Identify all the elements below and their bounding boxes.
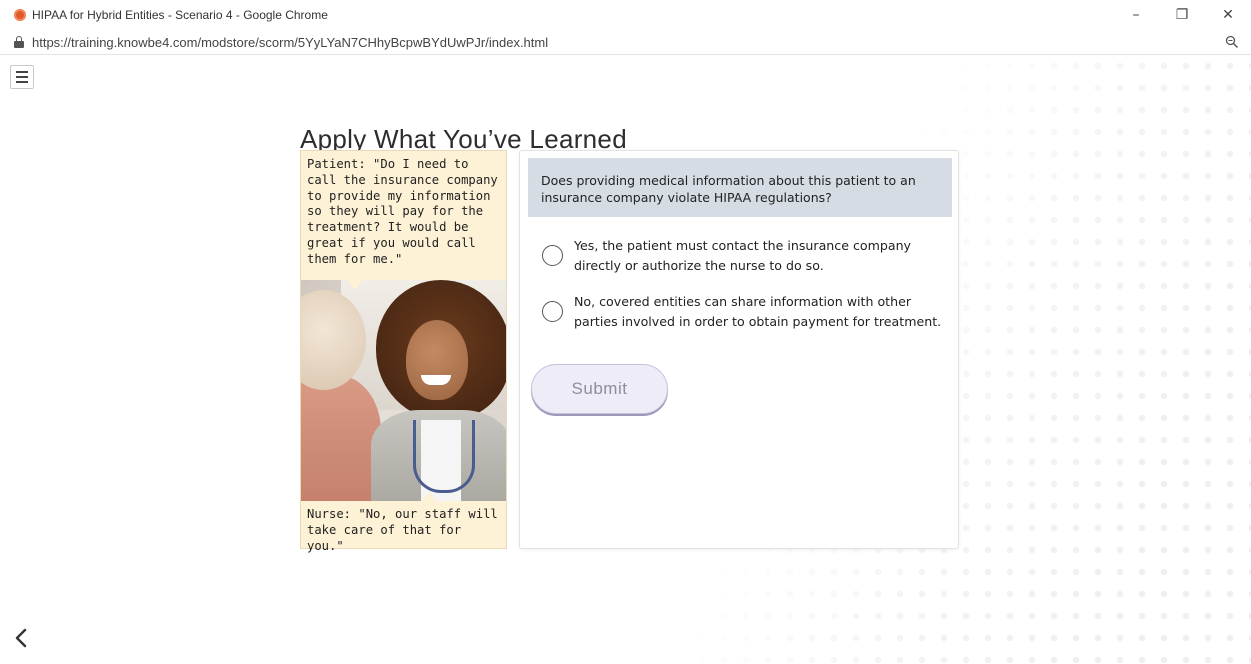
window-title: HIPAA for Hybrid Entities - Scenario 4 -… — [32, 8, 328, 22]
minimize-button[interactable]: – — [1113, 0, 1159, 30]
address-bar[interactable]: https://training.knowbe4.com/modstore/sc… — [0, 30, 1251, 55]
submit-button[interactable]: Submit — [531, 364, 668, 414]
zoom-magnifier-icon[interactable] — [1225, 35, 1239, 49]
question-prompt: Does providing medical information about… — [528, 158, 952, 217]
hamburger-menu-icon[interactable] — [10, 65, 34, 89]
nurse-speech-bubble: Nurse: "No, our staff will take care of … — [307, 507, 498, 553]
scenario-panel: Patient: "Do I need to call the insuranc… — [300, 150, 507, 553]
lock-icon[interactable] — [14, 36, 24, 48]
restore-button[interactable]: ❐ — [1159, 0, 1205, 30]
close-button[interactable]: ✕ — [1205, 0, 1251, 30]
speech-tail-nurse — [421, 491, 437, 502]
question-card: Does providing medical information about… — [519, 150, 959, 549]
answer-option-label[interactable]: Yes, the patient must contact the insura… — [574, 236, 944, 275]
url-text[interactable]: https://training.knowbe4.com/modstore/sc… — [32, 35, 548, 50]
patient-nurse-photo — [301, 280, 506, 501]
speech-tail-patient — [346, 278, 364, 290]
answer-option-no[interactable]: No, covered entities can share informati… — [542, 292, 944, 331]
patient-speech-bubble: Patient: "Do I need to call the insuranc… — [307, 157, 498, 266]
radio-button[interactable] — [542, 245, 563, 266]
browser-title-bar: HIPAA for Hybrid Entities - Scenario 4 -… — [0, 0, 1251, 30]
course-content: Apply What You’ve Learned Patient: "Do I… — [0, 55, 1251, 664]
window-controls: – ❐ ✕ — [1113, 0, 1251, 30]
radio-button[interactable] — [542, 301, 563, 322]
answer-option-label[interactable]: No, covered entities can share informati… — [574, 292, 944, 331]
chevron-left-icon[interactable] — [10, 626, 32, 650]
chrome-app-icon — [14, 9, 26, 21]
answer-option-yes[interactable]: Yes, the patient must contact the insura… — [542, 236, 944, 275]
